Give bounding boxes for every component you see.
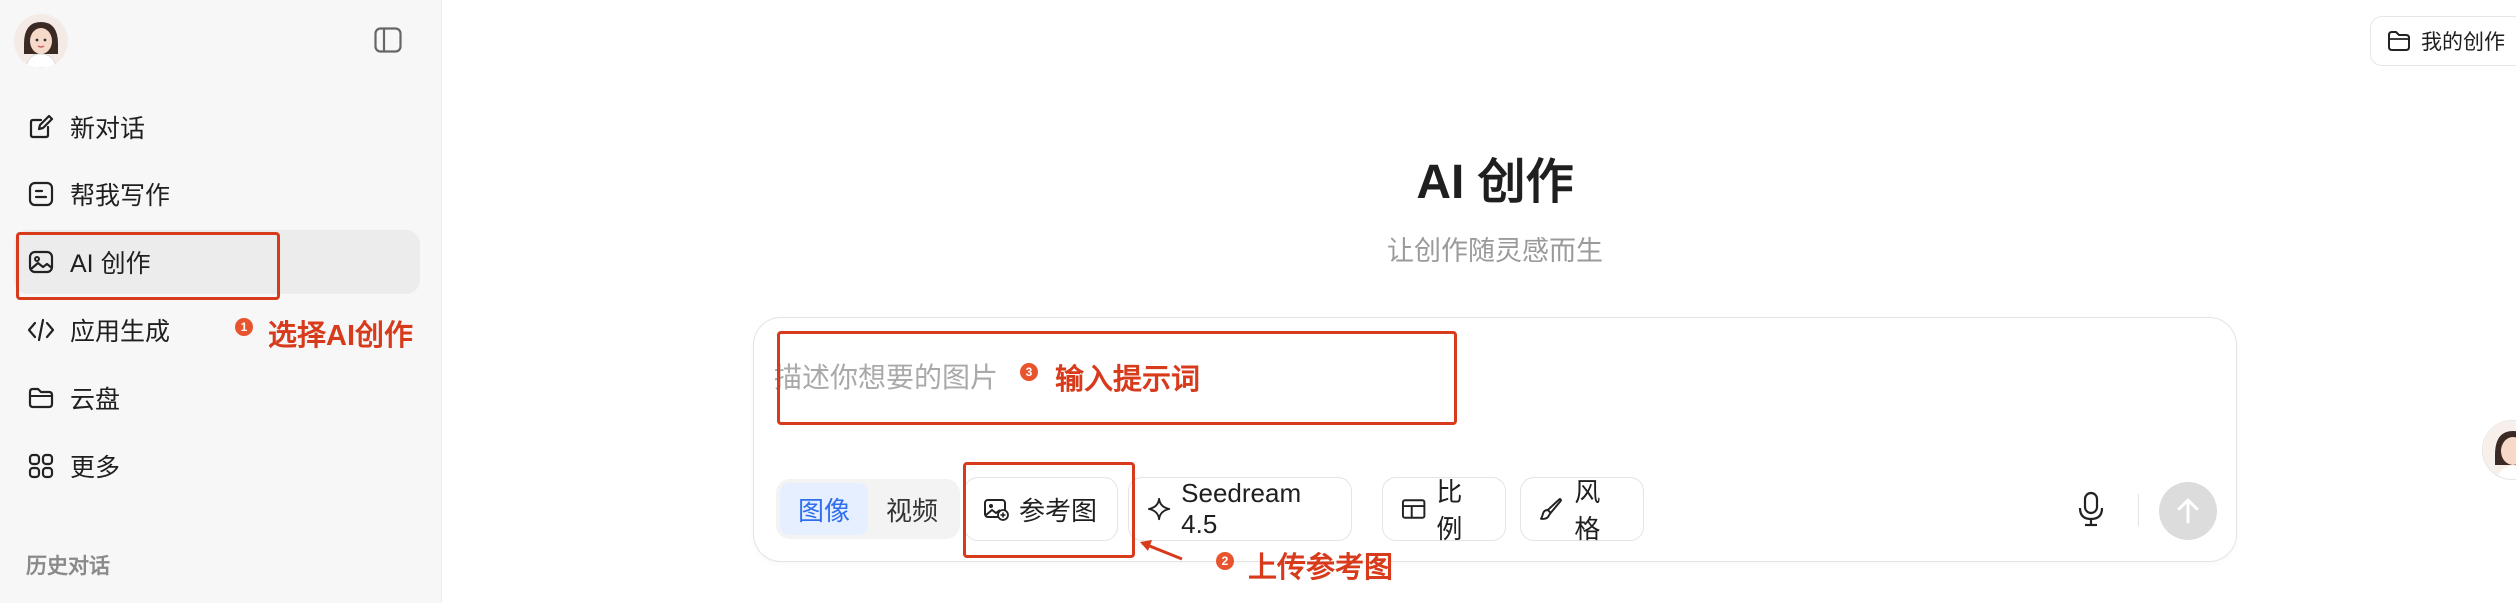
sidebar-item-cloud-drive[interactable]: 云盘 [14, 366, 420, 430]
microphone-icon[interactable] [2074, 490, 2108, 528]
model-select-button[interactable]: Seedream 4.5 [1128, 477, 1352, 541]
my-creations-button[interactable]: 我的创作 [2370, 16, 2516, 66]
writing-icon [26, 179, 56, 209]
sidebar: 新对话 帮我写作 AI 创作 应用生成 云盘 更多 历史对话 [0, 0, 442, 603]
mode-video-button[interactable]: 视频 [868, 483, 956, 535]
page-subtitle: 让创作随灵感而生 [1387, 236, 1603, 266]
sidebar-item-label: 应用生成 [70, 318, 171, 346]
annotation-step1-text: 选择AI创作 [268, 320, 414, 352]
model-label: Seedream 4.5 [1181, 478, 1302, 539]
history-section-title: 历史对话 [26, 555, 110, 578]
style-label: 风格 [1574, 477, 1601, 544]
annotation-number: 1 [235, 318, 253, 336]
mode-image-button[interactable]: 图像 [780, 483, 868, 535]
annotation-step2-text: 上传参考图 [1248, 552, 1394, 584]
folder-icon [2388, 31, 2410, 51]
user-avatar[interactable] [14, 14, 68, 68]
app-root: 新对话 帮我写作 AI 创作 应用生成 云盘 更多 历史对话 我的创作 AI 创… [0, 0, 2516, 603]
annotation-number: 3 [1020, 363, 1038, 381]
sidebar-toggle-icon[interactable] [374, 27, 402, 53]
ratio-button[interactable]: 比例 [1382, 477, 1506, 544]
mode-toggle: 图像 视频 [776, 479, 960, 539]
edit-icon [26, 112, 56, 142]
assistant-avatar[interactable] [2482, 420, 2516, 480]
sparkle-icon [1147, 497, 1171, 521]
toolbar-divider [2138, 494, 2139, 526]
sidebar-item-label: 更多 [70, 454, 121, 482]
annotation-step3-text: 输入提示词 [1055, 364, 1201, 396]
sidebar-item-label: 云盘 [70, 386, 121, 414]
my-creations-label: 我的创作 [2421, 31, 2505, 54]
send-button[interactable] [2159, 482, 2217, 540]
sidebar-item-label: 帮我写作 [70, 182, 171, 210]
style-button[interactable]: 风格 [1520, 477, 1644, 544]
annotation-number: 2 [1216, 552, 1234, 570]
sidebar-item-label: 新对话 [70, 115, 146, 143]
annotation-box-step1 [16, 232, 280, 300]
page-title: AI 创作 [1416, 156, 1574, 209]
brush-icon [1539, 498, 1562, 520]
ratio-icon [1401, 499, 1426, 519]
ratio-label: 比例 [1436, 477, 1463, 544]
grid-icon [26, 451, 56, 481]
annotation-box-step2 [963, 462, 1135, 558]
annotation-arrow [1140, 540, 1183, 561]
sidebar-item-writing[interactable]: 帮我写作 [14, 162, 420, 226]
folder-icon [26, 383, 56, 413]
code-icon [26, 315, 56, 345]
arrow-up-icon [2177, 498, 2199, 524]
sidebar-item-new-chat[interactable]: 新对话 [14, 95, 420, 159]
sidebar-item-more[interactable]: 更多 [14, 434, 420, 498]
